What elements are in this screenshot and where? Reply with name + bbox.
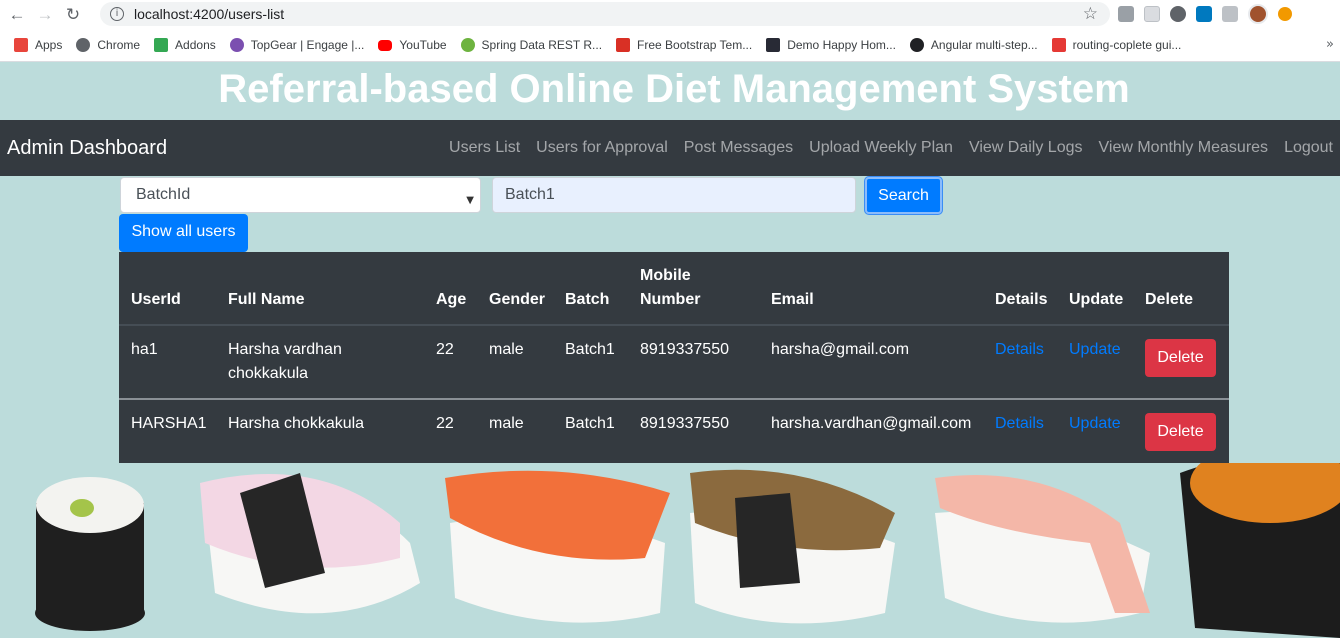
url-text: localhost:4200/users-list bbox=[134, 6, 285, 22]
cell-fullname: Harsha vardhan chokkakula bbox=[228, 341, 342, 382]
filter-field-select[interactable]: BatchId ▼ bbox=[120, 177, 481, 213]
back-arrow-icon[interactable]: ← bbox=[6, 4, 28, 26]
cell-email: harsha@gmail.com bbox=[771, 341, 910, 358]
cell-age: 22 bbox=[436, 415, 454, 432]
bookmark-bootstrap[interactable]: Free Bootstrap Tem... bbox=[616, 38, 752, 52]
delete-button[interactable]: Delete bbox=[1145, 339, 1216, 377]
youtube-icon bbox=[378, 39, 393, 51]
nav-logout[interactable]: Logout bbox=[1284, 139, 1333, 157]
details-link[interactable]: Details bbox=[995, 338, 1044, 362]
header-userid: UserId bbox=[131, 291, 181, 308]
search-button[interactable]: Search bbox=[865, 177, 942, 214]
chevron-right-icon[interactable]: » bbox=[1326, 37, 1334, 52]
cell-mobile: 8919337550 bbox=[640, 341, 729, 358]
sushi-background-image bbox=[35, 463, 1340, 638]
shrimp-nigiri-image bbox=[935, 475, 1150, 623]
cell-userid: ha1 bbox=[131, 341, 158, 358]
nav-view-monthly-measures[interactable]: View Monthly Measures bbox=[1099, 139, 1269, 157]
header-batch: Batch bbox=[565, 291, 610, 308]
nav-users-for-approval[interactable]: Users for Approval bbox=[536, 139, 668, 157]
avatar[interactable] bbox=[1248, 4, 1268, 24]
cell-batch: Batch1 bbox=[565, 341, 615, 358]
header-update: Update bbox=[1069, 291, 1124, 308]
table-row: ha1 Harsha vardhan chokkakula 22 male Ba… bbox=[119, 327, 1229, 400]
browser-toolbar: ← → ↻ i localhost:4200/users-list ☆ bbox=[0, 0, 1340, 29]
users-table: UserId Full Name Age Gender Batch Mobile… bbox=[119, 252, 1229, 463]
globe-icon bbox=[76, 38, 91, 52]
delete-button[interactable]: Delete bbox=[1145, 413, 1216, 451]
table-header: UserId Full Name Age Gender Batch Mobile… bbox=[119, 252, 1229, 326]
header-email: Email bbox=[771, 291, 814, 308]
eel-nigiri-image bbox=[690, 469, 895, 624]
nav-view-daily-logs[interactable]: View Daily Logs bbox=[969, 139, 1083, 157]
bookmark-star-icon[interactable]: ☆ bbox=[1083, 4, 1098, 24]
details-link[interactable]: Details bbox=[995, 412, 1044, 436]
puzzle-icon bbox=[154, 38, 169, 52]
nav-links: Users List Users for Approval Post Messa… bbox=[449, 120, 1333, 176]
reload-icon[interactable]: ↻ bbox=[62, 4, 84, 26]
address-bar[interactable]: i localhost:4200/users-list ☆ bbox=[100, 2, 1110, 26]
cell-age: 22 bbox=[436, 341, 454, 358]
bookmark-routing[interactable]: routing-coplete gui... bbox=[1051, 38, 1181, 52]
caret-down-icon: ▼ bbox=[466, 195, 474, 206]
navbar: Admin Dashboard Users List Users for App… bbox=[0, 120, 1340, 176]
cell-email: harsha.vardhan@gmail.com bbox=[771, 415, 972, 432]
nav-post-messages[interactable]: Post Messages bbox=[684, 139, 793, 157]
update-icon[interactable] bbox=[1278, 7, 1292, 21]
show-all-users-button[interactable]: Show all users bbox=[119, 214, 248, 252]
g-logo-icon bbox=[909, 38, 924, 52]
bookmark-youtube[interactable]: YouTube bbox=[378, 38, 447, 52]
cell-gender: male bbox=[489, 415, 524, 432]
maki-roll-image bbox=[35, 477, 145, 631]
ikura-gunkan-image bbox=[1180, 463, 1340, 638]
cell-fullname: Harsha chokkakula bbox=[228, 415, 365, 432]
trello-extension-icon[interactable] bbox=[1196, 6, 1212, 22]
header-mobile: Mobile Number bbox=[640, 267, 701, 308]
info-icon[interactable]: i bbox=[110, 7, 124, 21]
header-gender: Gender bbox=[489, 291, 546, 308]
forward-arrow-icon[interactable]: → bbox=[34, 4, 56, 26]
spring-icon bbox=[460, 38, 475, 52]
cell-mobile: 8919337550 bbox=[640, 415, 729, 432]
table-row: HARSHA1 Harsha chokkakula 22 male Batch1… bbox=[119, 401, 1229, 463]
header-details: Details bbox=[995, 291, 1048, 308]
circle-extension-icon[interactable] bbox=[1170, 6, 1186, 22]
cell-batch: Batch1 bbox=[565, 415, 615, 432]
bookmark-apps[interactable]: Apps bbox=[14, 38, 62, 52]
topgear-icon bbox=[229, 38, 244, 52]
bookmarks-bar: Apps Chrome Addons TopGear | Engage |...… bbox=[0, 29, 1340, 62]
bookmark-addons[interactable]: Addons bbox=[154, 38, 216, 52]
cell-userid: HARSHA1 bbox=[131, 415, 207, 432]
bookmark-chrome[interactable]: Chrome bbox=[76, 38, 140, 52]
page-title: Referral-based Online Diet Management Sy… bbox=[218, 67, 1130, 111]
apps-grid-icon bbox=[14, 38, 28, 52]
cs-extension-icon[interactable] bbox=[1222, 6, 1238, 22]
extensions-area bbox=[1118, 4, 1292, 24]
update-link[interactable]: Update bbox=[1069, 412, 1121, 436]
nav-users-list[interactable]: Users List bbox=[449, 139, 520, 157]
bookmark-demo[interactable]: Demo Happy Hom... bbox=[766, 38, 896, 52]
header-delete: Delete bbox=[1145, 291, 1194, 308]
routing-icon bbox=[1051, 38, 1066, 52]
squid-nigiri-image bbox=[200, 473, 420, 614]
header-age: Age bbox=[436, 291, 467, 308]
s-logo-icon bbox=[616, 38, 631, 52]
search-input[interactable]: Batch1 bbox=[492, 177, 856, 213]
w3-icon bbox=[766, 38, 781, 52]
bookmark-spring[interactable]: Spring Data REST R... bbox=[460, 38, 602, 52]
select-value: BatchId bbox=[136, 186, 191, 203]
bookmark-topgear[interactable]: TopGear | Engage |... bbox=[229, 38, 364, 52]
salmon-nigiri-image bbox=[445, 470, 670, 623]
cube-extension-icon[interactable] bbox=[1118, 6, 1134, 22]
update-link[interactable]: Update bbox=[1069, 338, 1121, 362]
header-fullname: Full Name bbox=[228, 291, 305, 308]
page-extension-icon[interactable] bbox=[1144, 6, 1160, 22]
navbar-brand[interactable]: Admin Dashboard bbox=[7, 137, 167, 160]
nav-upload-weekly-plan[interactable]: Upload Weekly Plan bbox=[809, 139, 953, 157]
bookmark-angular[interactable]: Angular multi-step... bbox=[909, 38, 1038, 52]
cell-gender: male bbox=[489, 341, 524, 358]
